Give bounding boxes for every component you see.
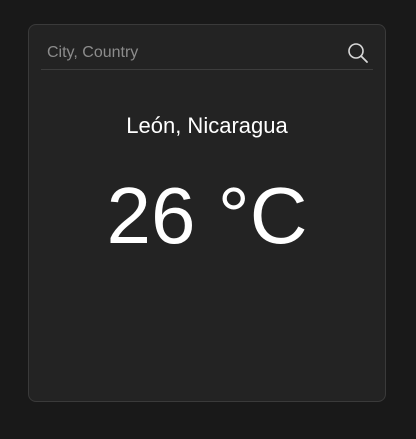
search-icon[interactable]	[347, 42, 369, 64]
search-bar	[41, 39, 373, 70]
weather-card: León, Nicaragua 26 °C	[28, 24, 386, 402]
temperature-value: 26 °C	[106, 171, 308, 260]
location-label: León, Nicaragua	[126, 113, 288, 138]
search-input[interactable]	[47, 39, 337, 67]
